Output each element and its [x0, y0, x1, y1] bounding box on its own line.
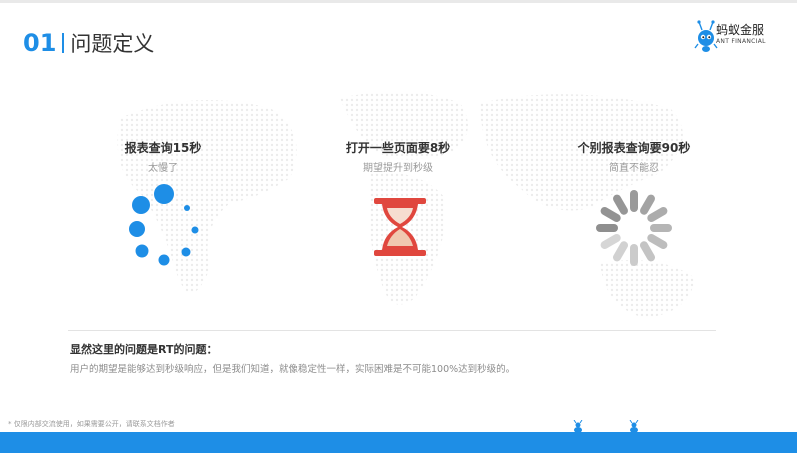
card-title: 个别报表查询要90秒 — [577, 141, 691, 155]
card-report-query: 报表查询15秒 太慢了 — [63, 140, 263, 175]
card-subtitle: 期望提升到秒级 — [363, 163, 433, 174]
conclusion-title: 显然这里的问题是RT的问题： — [70, 343, 218, 356]
loading-dots-icon — [129, 184, 199, 266]
card-title: 打开一些页面要8秒 — [345, 141, 451, 155]
slide-header: 01 问题定义 — [23, 26, 154, 60]
section-number: 01 — [23, 29, 57, 57]
card-individual-report: 个别报表查询要90秒 简直不能忍 — [534, 140, 734, 175]
footnote: * 仅限内部交流使用，如果需要公开，请联系文档作者 — [8, 420, 175, 428]
bottom-bar — [0, 432, 797, 453]
hourglass-icon — [374, 198, 426, 256]
spinner-icon — [596, 190, 672, 266]
logo-name-cn: 蚂蚁金服 — [716, 23, 765, 37]
card-page-open: 打开一些页面要8秒 期望提升到秒级 — [298, 140, 498, 175]
conclusion-text: 用户的期望是能够达到秒级响应，但是我们知道，就像稳定性一样，实际困难是不可能10… — [70, 364, 516, 375]
top-border — [0, 0, 797, 3]
page-title: 问题定义 — [70, 32, 155, 56]
card-subtitle: 太慢了 — [148, 163, 178, 174]
card-subtitle: 简直不能忍 — [609, 163, 659, 174]
logo-name-en: ANT FINANCIAL — [716, 38, 766, 45]
card-title: 报表查询15秒 — [124, 141, 202, 155]
title-divider — [62, 33, 65, 53]
content-divider — [68, 330, 716, 331]
